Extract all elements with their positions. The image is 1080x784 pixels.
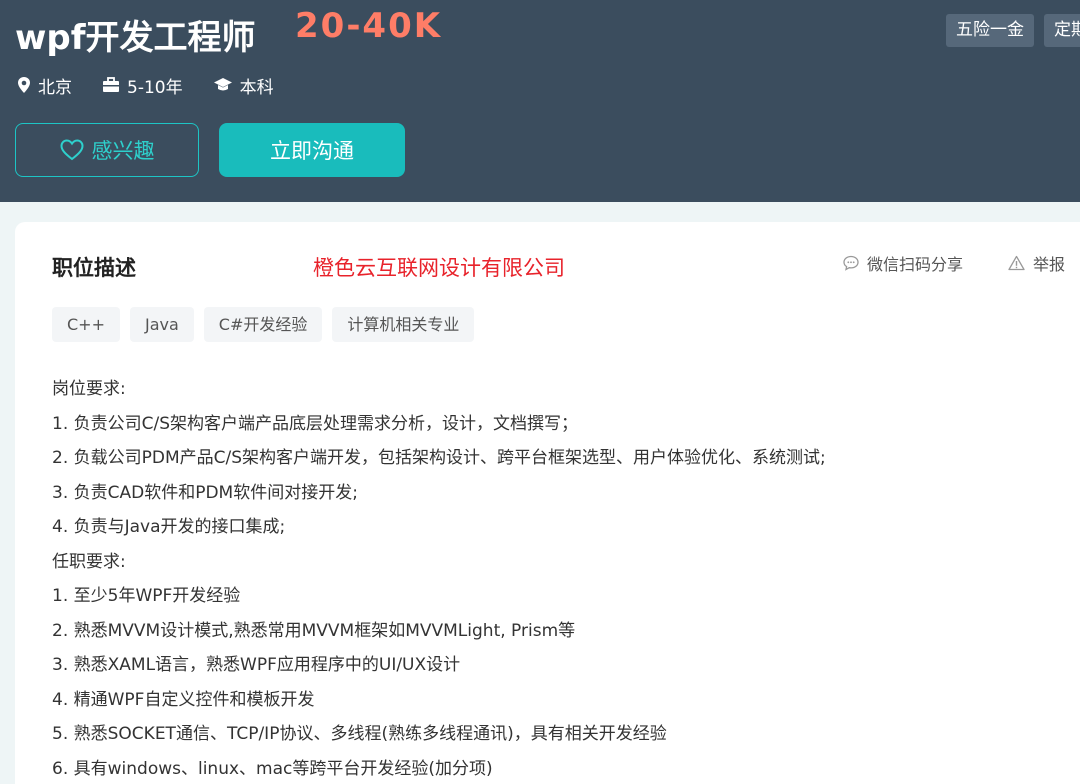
- description-line: 岗位要求:: [52, 379, 126, 399]
- share-label: 微信扫码分享: [867, 255, 964, 274]
- description-line: 4. 负责与Java开发的接口集成;: [52, 517, 286, 537]
- description-line: 5. 熟悉SOCKET通信、TCP/IP协议、多线程(熟练多线程通讯)，具有相关…: [52, 724, 667, 744]
- experience-text: 5-10年: [127, 77, 183, 98]
- description-line: 3. 熟悉XAML语言，熟悉WPF应用程序中的UI/UX设计: [52, 655, 461, 675]
- description-line: 4. 精通WPF自定义控件和模板开发: [52, 689, 315, 710]
- job-meta: 北京 5-10年 本科: [17, 72, 304, 98]
- wechat-share-link[interactable]: 微信扫码分享: [843, 252, 963, 274]
- description-line: 6. 具有windows、linux、mac等跨平台开发经验(加分项): [52, 758, 493, 779]
- benefit-badge: 定期: [1044, 14, 1080, 47]
- meta-experience: 5-10年: [102, 73, 183, 98]
- interest-button-label: 感兴趣: [91, 140, 155, 163]
- description-line: 2. 熟悉MVVM设计模式,熟悉常用MVVM框架如MVVMLight, Pris…: [52, 620, 576, 641]
- salary: 20-40K: [295, 6, 443, 46]
- description-line: 1. 负责公司C/S架构客户端产品底层处理需求分析，设计，文档撰写；: [52, 413, 579, 434]
- report-link[interactable]: 举报: [1008, 252, 1065, 274]
- report-label: 举报: [1033, 255, 1066, 274]
- chat-bubble-icon: [843, 255, 859, 271]
- description-line: 任职要求:: [52, 551, 126, 572]
- location-text: 北京: [38, 77, 72, 98]
- description-line: 2. 负载公司PDM产品C/S架构客户端开发，包括架构设计、跨平台框架选型、用户…: [52, 448, 826, 468]
- benefit-badge: 五险一金: [946, 14, 1034, 47]
- job-description-text: 岗位要求: 1. 负责公司C/S架构客户端产品底层处理需求分析，设计，文档撰写；…: [52, 372, 1052, 784]
- skill-tag: Java: [129, 307, 194, 342]
- description-line: 3. 负责CAD软件和PDM软件间对接开发;: [52, 482, 358, 503]
- skill-tag: 计算机相关专业: [332, 307, 475, 342]
- description-line: 1. 至少5年WPF开发经验: [52, 586, 241, 606]
- warning-icon: [1008, 255, 1025, 271]
- graduation-cap-icon: [213, 78, 232, 91]
- job-title: wpf开发工程师: [15, 18, 256, 58]
- chat-now-button[interactable]: 立即沟通: [219, 123, 405, 177]
- section-title: 职位描述: [52, 256, 136, 280]
- interest-button[interactable]: 感兴趣: [15, 123, 199, 177]
- skill-tag: C#开发经验: [203, 307, 323, 342]
- skill-tags: C++ Java C#开发经验 计算机相关专业: [52, 307, 484, 342]
- company-name: 橙色云互联网设计有限公司: [313, 256, 565, 280]
- meta-location: 北京: [17, 73, 72, 98]
- heart-icon: [59, 139, 84, 161]
- job-header: wpf开发工程师 20-40K 五险一金 定期 北京 5-10年 本科 感兴趣 …: [0, 0, 1080, 202]
- skill-tag: C++: [52, 307, 120, 342]
- meta-education: 本科: [213, 73, 274, 98]
- location-pin-icon: [18, 77, 30, 93]
- briefcase-icon: [103, 77, 119, 92]
- education-text: 本科: [239, 77, 274, 98]
